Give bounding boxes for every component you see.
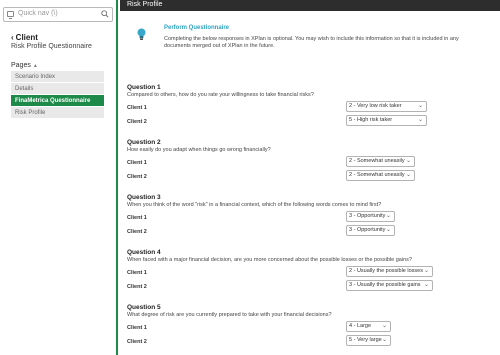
question-text: When you think of the word "risk" in a f… bbox=[127, 202, 382, 208]
question-text: How easily do you adapt when things go w… bbox=[127, 147, 271, 153]
chevron-down-icon: ⌄ bbox=[381, 337, 387, 343]
client-1-label: Client 1 bbox=[127, 160, 147, 166]
sidebar: Quick nav (\) ‹ Client Risk Profile Quest… bbox=[0, 0, 118, 355]
select-value: 5 - Very large bbox=[349, 337, 382, 343]
chevron-left-icon: ‹ bbox=[11, 33, 14, 42]
client-2-label: Client 2 bbox=[127, 284, 147, 290]
client-1-select[interactable]: 2 - Usually the possible losses ⌄ bbox=[346, 266, 433, 277]
back-label: Client bbox=[15, 33, 38, 42]
select-value: 2 - Usually the possible losses bbox=[349, 268, 423, 274]
select-value: 3 - Usually the possible gains bbox=[349, 282, 421, 288]
question-5: Question 5 What degree of risk are you c… bbox=[127, 304, 497, 354]
page-item-finametrica-questionnaire[interactable]: FinaMetrica Questionnaire bbox=[11, 95, 104, 107]
client-1-select[interactable]: 3 - Opportunity ⌄ bbox=[346, 211, 395, 222]
select-value: 5 - High risk taker bbox=[349, 117, 393, 123]
search-icon[interactable] bbox=[101, 10, 109, 18]
client-2-select[interactable]: 5 - Very large ⌄ bbox=[346, 335, 391, 346]
client-2-label: Client 2 bbox=[127, 339, 147, 345]
info-text: Completing the below responses in XPlan … bbox=[164, 36, 459, 49]
page-header: Risk Profile bbox=[120, 0, 500, 11]
client-2-label: Client 2 bbox=[127, 229, 147, 235]
chevron-down-icon: ⌄ bbox=[423, 282, 429, 288]
client-1-label: Client 1 bbox=[127, 105, 147, 111]
question-text: When faced with a major financial decisi… bbox=[127, 257, 412, 263]
monitor-icon bbox=[7, 11, 14, 19]
client-1-select[interactable]: 2 - Somewhat uneasily ⌄ bbox=[346, 156, 415, 167]
question-1: Question 1 Compared to others, how do yo… bbox=[127, 84, 497, 134]
select-value: 4 - Large bbox=[349, 323, 372, 329]
page-list: Scenario Index Details FinaMetrica Quest… bbox=[11, 71, 104, 119]
client-2-select[interactable]: 3 - Opportunity ⌄ bbox=[346, 225, 395, 236]
chevron-down-icon: ⌄ bbox=[417, 117, 423, 123]
chevron-down-icon: ⌄ bbox=[381, 323, 387, 329]
pages-header-label: Pages bbox=[11, 62, 31, 69]
quick-nav-placeholder: Quick nav (\) bbox=[18, 10, 58, 17]
question-title: Question 2 bbox=[127, 139, 161, 146]
page-item-details[interactable]: Details bbox=[11, 83, 104, 95]
client-1-select[interactable]: 2 - Very low risk taker ⌄ bbox=[346, 101, 427, 112]
page-item-scenario-index[interactable]: Scenario Index bbox=[11, 71, 104, 83]
select-value: 2 - Very low risk taker bbox=[349, 103, 402, 109]
main-content: Risk Profile Perform Questionnaire Compl… bbox=[120, 0, 500, 355]
chevron-down-icon: ⌄ bbox=[423, 268, 429, 274]
back-link[interactable]: ‹ Client bbox=[11, 33, 38, 42]
chevron-up-icon: ▲ bbox=[32, 63, 38, 69]
client-1-label: Client 1 bbox=[127, 215, 147, 221]
quick-nav-input[interactable]: Quick nav (\) bbox=[3, 7, 113, 22]
chevron-down-icon: ⌄ bbox=[385, 213, 391, 219]
question-title: Question 4 bbox=[127, 249, 161, 256]
context-title: Risk Profile Questionnaire bbox=[11, 43, 92, 50]
client-2-label: Client 2 bbox=[127, 119, 147, 125]
question-text: What degree of risk are you currently pr… bbox=[127, 312, 332, 318]
client-1-label: Client 1 bbox=[127, 325, 147, 331]
question-4: Question 4 When faced with a major finan… bbox=[127, 249, 497, 299]
lightbulb-icon bbox=[137, 28, 146, 40]
chevron-down-icon: ⌄ bbox=[417, 103, 423, 109]
select-value: 3 - Opportunity bbox=[349, 213, 386, 219]
page-title: Risk Profile bbox=[127, 1, 163, 8]
chevron-down-icon: ⌄ bbox=[405, 158, 411, 164]
question-3: Question 3 When you think of the word "r… bbox=[127, 194, 497, 244]
select-value: 2 - Somewhat uneasily bbox=[349, 158, 405, 164]
client-2-select[interactable]: 2 - Somewhat uneasily ⌄ bbox=[346, 170, 415, 181]
client-2-select[interactable]: 5 - High risk taker ⌄ bbox=[346, 115, 427, 126]
chevron-down-icon: ⌄ bbox=[405, 172, 411, 178]
chevron-down-icon: ⌄ bbox=[385, 227, 391, 233]
question-2: Question 2 How easily do you adapt when … bbox=[127, 139, 497, 189]
client-2-label: Client 2 bbox=[127, 174, 147, 180]
question-title: Question 5 bbox=[127, 304, 161, 311]
page-item-risk-profile[interactable]: Risk Profile bbox=[11, 107, 104, 119]
question-title: Question 1 bbox=[127, 84, 161, 91]
client-2-select[interactable]: 3 - Usually the possible gains ⌄ bbox=[346, 280, 433, 291]
question-text: Compared to others, how do you rate your… bbox=[127, 92, 314, 98]
select-value: 2 - Somewhat uneasily bbox=[349, 172, 405, 178]
info-title[interactable]: Perform Questionnaire bbox=[164, 25, 229, 31]
info-panel: Perform Questionnaire Completing the bel… bbox=[137, 25, 487, 55]
select-value: 3 - Opportunity bbox=[349, 227, 386, 233]
pages-header[interactable]: Pages ▲ bbox=[11, 62, 38, 69]
client-1-select[interactable]: 4 - Large ⌄ bbox=[346, 321, 391, 332]
client-1-label: Client 1 bbox=[127, 270, 147, 276]
question-title: Question 3 bbox=[127, 194, 161, 201]
